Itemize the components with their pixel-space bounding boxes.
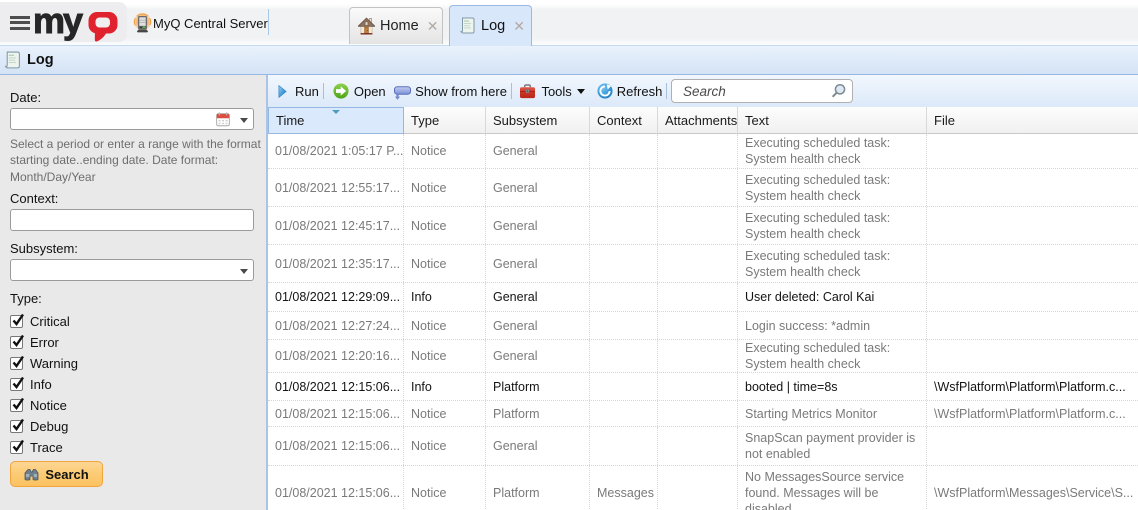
svg-text:my: my (33, 6, 83, 41)
